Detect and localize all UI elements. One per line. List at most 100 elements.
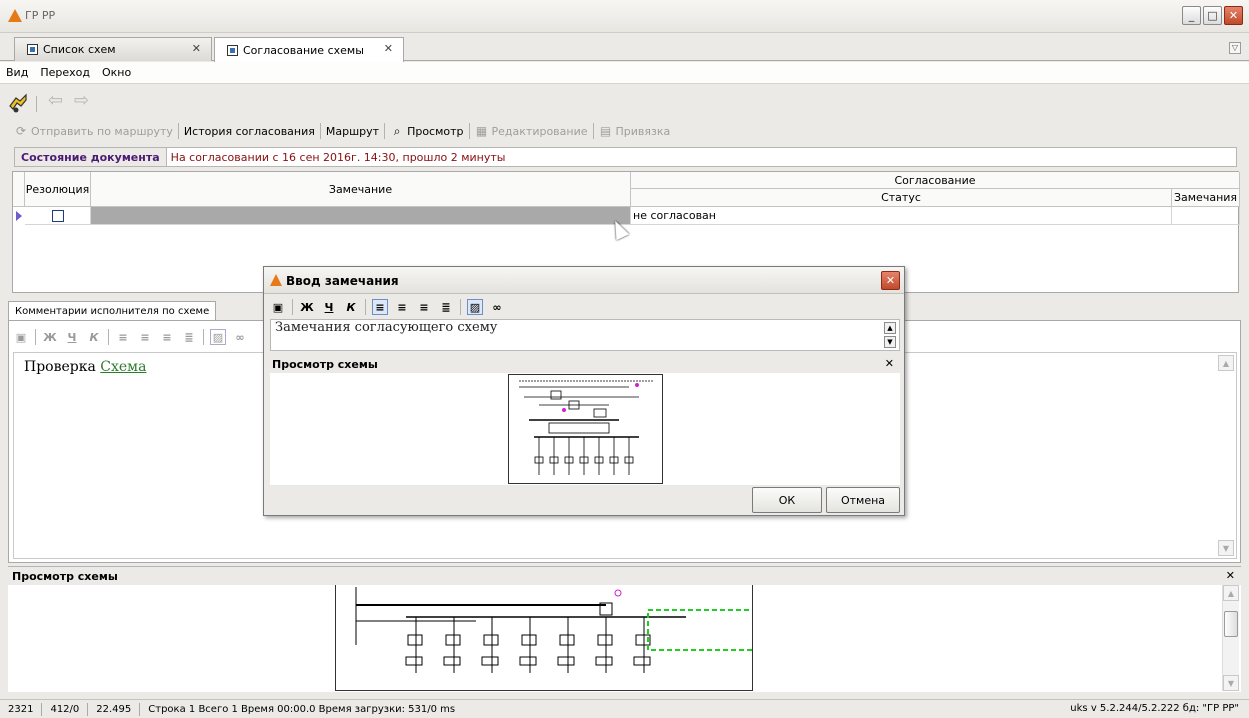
document-state-label: Состояние документа <box>21 150 160 164</box>
close-icon[interactable]: ✕ <box>1226 569 1235 582</box>
remark-text-field[interactable]: Замечания согласующего схему ▲ ▼ <box>270 319 900 351</box>
align-center-icon[interactable]: ≡ <box>137 329 153 345</box>
scroll-down-icon[interactable]: ▼ <box>1223 675 1239 691</box>
send-route-button[interactable]: ⟳ Отправить по маршруту <box>14 124 173 138</box>
toolbar-separator <box>460 299 461 315</box>
scroll-down-icon[interactable]: ▼ <box>884 336 896 348</box>
italic-button[interactable]: К <box>86 329 102 345</box>
cancel-button[interactable]: Отмена <box>826 487 900 513</box>
status-separator <box>41 702 43 716</box>
save-icon[interactable]: ▣ <box>13 329 29 345</box>
align-justify-icon[interactable]: ≣ <box>438 299 454 315</box>
align-right-icon[interactable]: ≡ <box>416 299 432 315</box>
statusbar: 2321 412/0 22.495 Строка 1 Всего 1 Время… <box>0 699 1249 718</box>
app-logo-icon <box>270 274 282 286</box>
toolbar-separator <box>468 123 470 139</box>
close-window-button[interactable]: ✕ <box>1224 6 1243 25</box>
align-right-icon[interactable]: ≡ <box>159 329 175 345</box>
column-header-remark[interactable]: Замечание <box>91 172 631 207</box>
comments-text: Проверка Схема <box>24 359 146 375</box>
status-cell: не согласован <box>631 207 1172 225</box>
remark-input-dialog: Ввод замечания ✕ ▣ Ж Ч К ≡ ≡ ≡ ≣ ▨ ∞ Зам… <box>263 266 905 516</box>
underline-button[interactable]: Ч <box>321 299 337 315</box>
status-separator <box>87 702 89 716</box>
menu-window[interactable]: Окно <box>102 66 131 79</box>
remarks-cell[interactable] <box>1172 207 1240 225</box>
scroll-up-icon[interactable]: ▲ <box>884 322 896 334</box>
ok-button[interactable]: ОК <box>752 487 822 513</box>
link-icon[interactable]: ∞ <box>232 329 248 345</box>
menu-view[interactable]: Вид <box>6 66 28 79</box>
app-logo-icon <box>8 9 22 22</box>
column-header-remarks[interactable]: Замечания <box>1172 189 1240 207</box>
scroll-up-icon[interactable]: ▲ <box>1218 355 1234 371</box>
menubar: Вид Переход Окно <box>0 62 1249 84</box>
handshake-icon[interactable] <box>8 92 28 114</box>
comments-plain-text: Проверка <box>24 359 96 375</box>
route-button[interactable]: Маршрут <box>326 125 379 138</box>
save-icon[interactable]: ▣ <box>270 299 286 315</box>
status-row-info: Строка 1 Всего 1 Время 00:00.0 Время заг… <box>148 703 456 715</box>
edit-icon: ▦ <box>475 124 488 138</box>
column-header-resolution[interactable]: Резолюция <box>25 172 91 207</box>
scheme-drawing[interactable] <box>335 585 753 691</box>
scroll-thumb[interactable] <box>1224 611 1238 637</box>
back-arrow-icon[interactable]: ⇦ <box>48 92 63 110</box>
scheme-thumbnail-diagram <box>519 380 654 475</box>
align-justify-icon[interactable]: ≣ <box>181 329 197 345</box>
forward-arrow-icon[interactable]: ⇨ <box>74 92 89 110</box>
tab-scheme-approval[interactable]: Согласование схемы ✕ <box>214 37 404 62</box>
align-center-icon[interactable]: ≡ <box>394 299 410 315</box>
column-header-status[interactable]: Статус <box>631 189 1172 207</box>
edit-button[interactable]: ▦ Редактирование <box>475 124 588 138</box>
minimize-button[interactable]: _ <box>1182 6 1201 25</box>
tab-label: Согласование схемы <box>243 43 364 57</box>
column-group-approval: Согласование <box>631 172 1240 189</box>
bind-icon: ▤ <box>599 124 612 138</box>
preview-scrollbar[interactable]: ▲ ▼ <box>1222 585 1239 691</box>
insert-image-icon[interactable]: ▨ <box>210 329 226 345</box>
comments-scrollbar[interactable]: ▲ ▼ <box>1218 355 1234 556</box>
close-icon[interactable]: ✕ <box>885 357 894 370</box>
dialog-preview-area <box>270 373 900 485</box>
view-button[interactable]: ⌕ Просмотр <box>390 124 464 138</box>
resolution-checkbox[interactable] <box>51 209 64 222</box>
send-icon: ⟳ <box>15 124 27 138</box>
scheme-link[interactable]: Схема <box>100 359 146 375</box>
tab-executor-comments[interactable]: Комментарии исполнителя по схеме <box>8 301 217 321</box>
link-icon[interactable]: ∞ <box>489 299 505 315</box>
dialog-close-button[interactable]: ✕ <box>881 271 900 290</box>
underline-button[interactable]: Ч <box>64 329 80 345</box>
remark-cell[interactable] <box>91 207 631 225</box>
maximize-button[interactable]: □ <box>1203 6 1222 25</box>
bold-button[interactable]: Ж <box>299 299 315 315</box>
window-controls: _ □ ✕ <box>1182 6 1243 25</box>
align-left-icon[interactable]: ≡ <box>372 299 388 315</box>
comments-format-toolbar: ▣ Ж Ч К ≡ ≡ ≡ ≣ ▨ ∞ <box>13 325 248 349</box>
navigation-toolbar: ⇦ ⇨ <box>0 84 1249 118</box>
status-value: 22.495 <box>96 703 132 715</box>
menu-navigate[interactable]: Переход <box>40 66 90 79</box>
scroll-up-icon[interactable]: ▲ <box>1223 585 1239 601</box>
bind-button[interactable]: ▤ Привязка <box>599 124 670 138</box>
scheme-thumbnail[interactable] <box>508 374 663 484</box>
tab-schemes-list[interactable]: Список схем ✕ <box>14 37 212 61</box>
toolbar-separator <box>365 299 366 315</box>
tab-close-icon[interactable]: ✕ <box>192 42 201 55</box>
italic-button[interactable]: К <box>343 299 359 315</box>
toolbar-separator <box>592 123 594 139</box>
remark-text: Замечания согласующего схему <box>275 320 498 335</box>
bold-button[interactable]: Ж <box>42 329 58 345</box>
tabs-dropdown-icon[interactable]: ▽ <box>1229 42 1241 54</box>
view-label: Просмотр <box>407 124 464 138</box>
scroll-down-icon[interactable]: ▼ <box>1218 540 1234 556</box>
action-toolbar: ⟳ Отправить по маршруту История согласов… <box>0 120 1249 142</box>
insert-image-icon[interactable]: ▨ <box>467 299 483 315</box>
current-row-indicator-icon <box>16 211 22 221</box>
tab-close-icon[interactable]: ✕ <box>384 42 393 55</box>
dialog-preview-title: Просмотр схемы <box>272 357 378 371</box>
approval-history-button[interactable]: История согласования <box>184 125 315 138</box>
align-left-icon[interactable]: ≡ <box>115 329 131 345</box>
status-separator <box>139 702 141 716</box>
resolution-cell <box>25 207 91 225</box>
